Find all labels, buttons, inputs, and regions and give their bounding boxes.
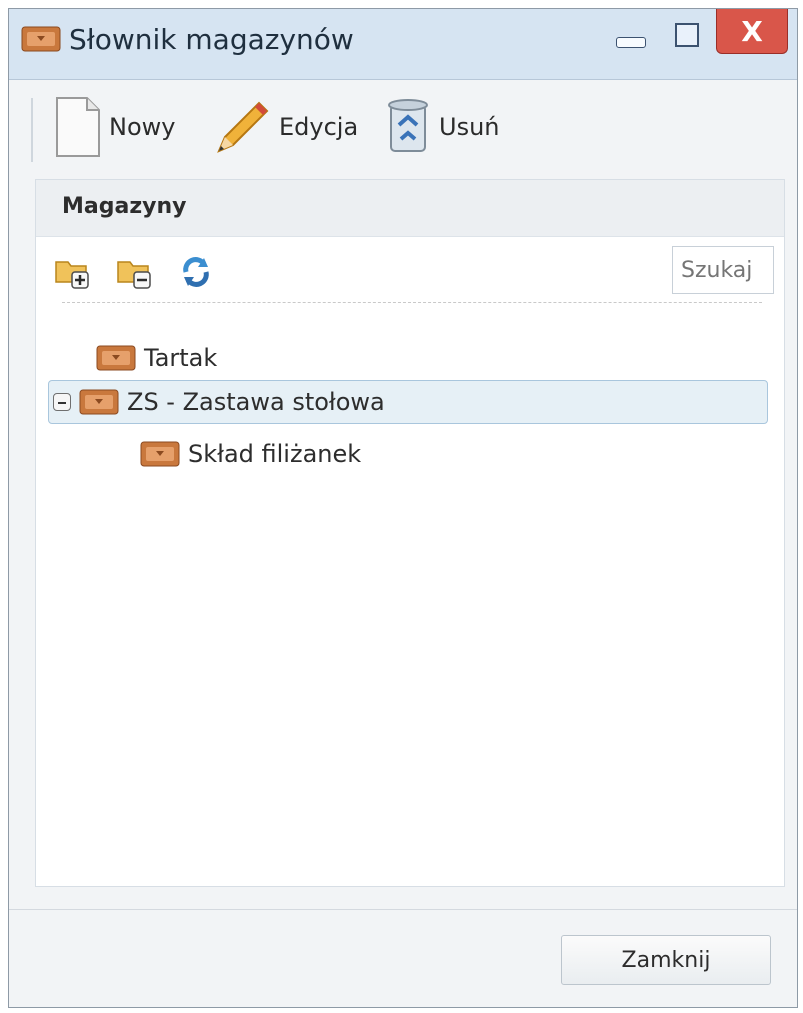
warehouses-panel: Magazyny Szukaj Tartak ZS - Zastawa stoł… [35,179,785,887]
recycle-bin-icon [388,99,428,152]
collapse-toggle-icon[interactable] [53,393,71,411]
warehouse-dictionary-window: Słownik magazynów X Nowy Edycja Usuń Mag… [8,8,798,1008]
new-document-icon [56,97,100,157]
toolbar-separator [31,98,33,162]
edit-button[interactable]: Edycja [209,92,358,162]
warehouse-app-icon [21,26,61,52]
close-icon: X [741,15,763,48]
title-bar[interactable]: Słownik magazynów X [9,9,797,80]
tree-item-sklad-filizanek[interactable]: Skład filiżanek [140,432,361,476]
delete-button-label: Usuń [439,113,500,141]
warehouse-icon [96,345,136,371]
new-button-label: Nowy [109,113,176,141]
tree-item-tartak[interactable]: Tartak [96,336,217,380]
tree-item-label: Tartak [144,344,218,372]
toolbar: Nowy Edycja Usuń [9,80,797,180]
refresh-icon[interactable] [178,254,214,290]
warehouse-icon [79,389,119,415]
minimize-button[interactable] [616,37,646,48]
footer-divider [9,909,797,910]
dotted-divider [62,302,762,303]
tree-item-zs-zastawa-stolowa[interactable]: ZS - Zastawa stołowa [48,380,768,424]
window-title: Słownik magazynów [69,23,354,56]
maximize-button[interactable] [669,21,707,55]
search-input[interactable] [672,246,774,294]
close-button[interactable]: Zamknij [561,935,771,985]
panel-title: Magazyny [62,194,187,219]
tree-item-label: Skład filiżanek [188,440,362,468]
new-button[interactable]: Nowy [53,92,175,162]
panel-toolbar [54,254,254,294]
close-window-x-button[interactable]: X [716,9,788,54]
delete-button[interactable]: Usuń [383,92,500,162]
remove-folder-icon[interactable] [116,254,152,290]
pencil-icon [217,101,269,153]
panel-header: Magazyny [36,180,784,237]
tree-item-label: ZS - Zastawa stołowa [127,388,385,416]
edit-button-label: Edycja [279,113,359,141]
warehouse-icon [140,441,180,467]
add-folder-icon[interactable] [54,254,90,290]
